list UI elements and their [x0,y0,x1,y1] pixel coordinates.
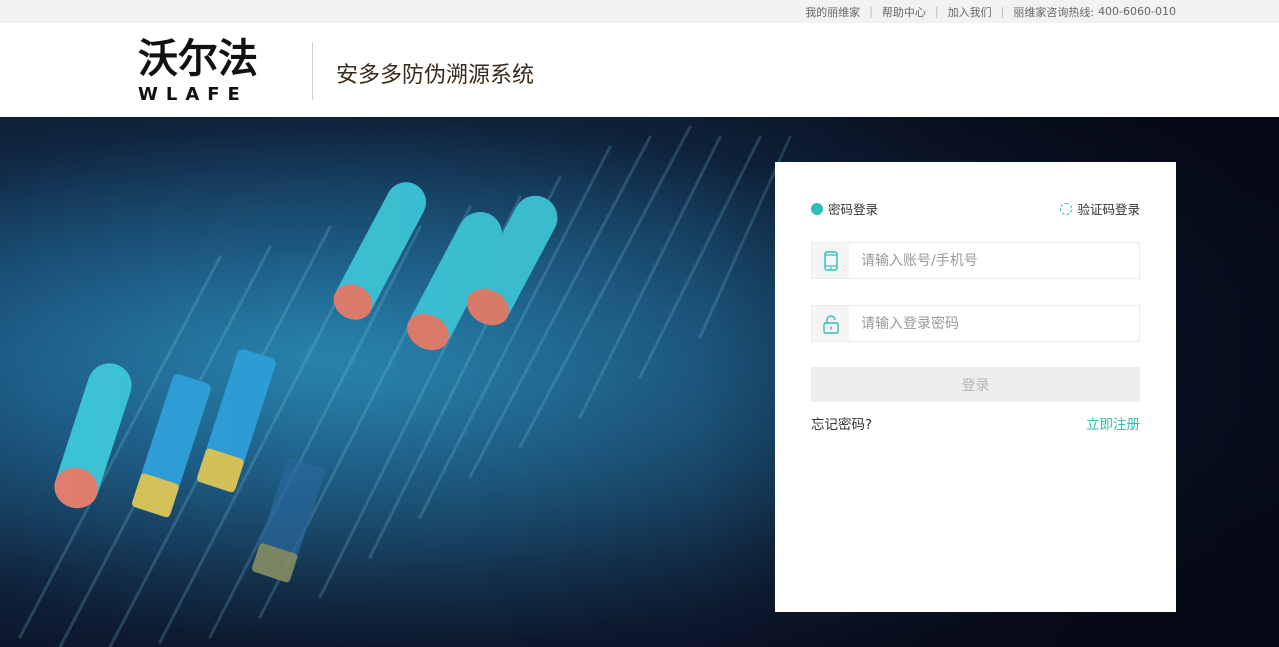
password-input[interactable] [849,306,1139,341]
logo-english-wordmark: WLAFE [138,84,248,105]
brand-logo[interactable]: 沃尔法 WLAFE [138,37,264,105]
tab-password-label: 密码登录 [828,202,879,217]
tab-sms-code-login[interactable]: 验证码登录 [1060,199,1140,218]
top-link-my-account[interactable]: 我的丽维家 [805,4,860,20]
hotline-number: 400-6060-010 [1098,5,1176,18]
top-link-separator: | [1000,5,1005,18]
header-divider [312,42,313,100]
top-link-separator: | [869,5,873,18]
mobile-phone-icon [812,243,849,278]
logo-chinese-wordmark: 沃尔法 [138,36,258,82]
site-header: 沃尔法 WLAFE 安多多防伪溯源系统 [0,23,1279,117]
top-link-help-center[interactable]: 帮助中心 [882,4,926,20]
tab-password-login[interactable]: 密码登录 [811,199,878,218]
username-field [811,242,1140,279]
radio-unchecked-icon [1060,202,1073,215]
radio-checked-icon [811,202,823,215]
system-title: 安多多防伪溯源系统 [336,63,535,88]
top-link-separator: | [934,5,939,18]
login-card: 密码登录 验证码登录 登录 忘记密码? 立即注册 [775,162,1176,612]
tab-sms-label: 验证码登录 [1077,202,1140,217]
password-field [811,305,1140,342]
login-button[interactable]: 登录 [811,367,1140,402]
hotline-label: 丽维家咨询热线: [1013,5,1095,19]
username-input[interactable] [849,243,1139,278]
top-link-join-us[interactable]: 加入我们 [948,4,992,20]
register-now-link[interactable]: 立即注册 [1086,413,1140,433]
padlock-icon [812,306,849,341]
top-links: 我的丽维家 | 帮助中心 | 加入我们 | 丽维家咨询热线: 400-6060-… [805,0,1176,23]
top-utility-bar: 我的丽维家 | 帮助中心 | 加入我们 | 丽维家咨询热线: 400-6060-… [0,0,1279,23]
login-mode-tabs: 密码登录 验证码登录 [811,199,1140,218]
forgot-password-link[interactable]: 忘记密码? [811,413,872,433]
